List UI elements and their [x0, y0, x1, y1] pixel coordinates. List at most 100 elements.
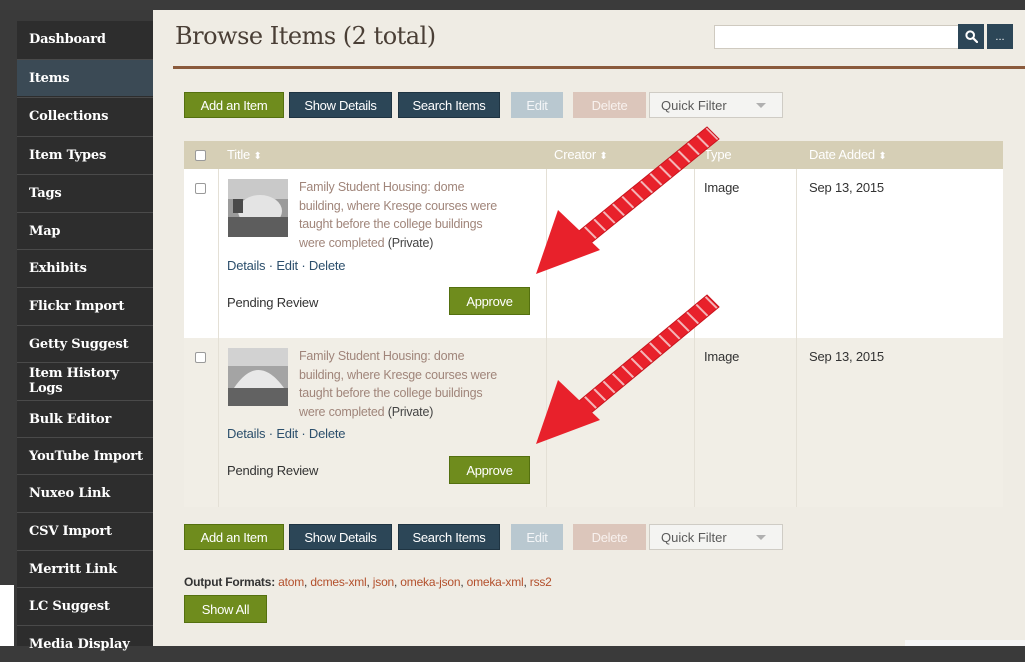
sidebar-item-bulk-editor[interactable]: Bulk Editor	[17, 400, 153, 437]
sidebar-item-label: Merritt Link	[29, 561, 117, 577]
sidebar-item-dashboard[interactable]: Dashboard	[17, 21, 153, 58]
item-title-link[interactable]: Family Student Housing: dome building, w…	[299, 178, 529, 252]
output-formats-label: Output Formats:	[184, 575, 275, 589]
search-items-button[interactable]: Search Items	[398, 524, 500, 550]
sidebar-item-youtube-import[interactable]: YouTube Import	[17, 437, 153, 474]
chevron-down-icon	[756, 103, 766, 108]
sidebar-item-item-types[interactable]: Item Types	[17, 136, 153, 173]
sidebar-item-lc-suggest[interactable]: LC Suggest	[17, 587, 153, 624]
search-items-button[interactable]: Search Items	[398, 92, 500, 118]
table-row: Family Student Housing: dome building, w…	[184, 338, 1003, 507]
column-date-added-label: Date Added	[809, 147, 875, 162]
sidebar-item-merritt-link[interactable]: Merritt Link	[17, 550, 153, 587]
title-divider	[173, 66, 1025, 69]
sidebar-item-exhibits[interactable]: Exhibits	[17, 249, 153, 286]
sidebar-item-flickr-import[interactable]: Flickr Import	[17, 287, 153, 324]
column-creator[interactable]: Creator ⬍	[554, 147, 608, 162]
type-cell: Image	[704, 180, 740, 195]
details-link[interactable]: Details	[227, 426, 266, 441]
separator: ·	[268, 258, 273, 273]
item-title-link[interactable]: Family Student Housing: dome building, w…	[299, 347, 529, 421]
search-button[interactable]	[958, 24, 984, 49]
approve-button[interactable]: Approve	[449, 287, 530, 315]
column-creator-label: Creator	[554, 147, 596, 162]
edit-button[interactable]: Edit	[511, 92, 563, 118]
format-link[interactable]: dcmes-xml	[310, 575, 366, 589]
show-details-button[interactable]: Show Details	[289, 524, 392, 550]
item-title-line: taught before the college buildings	[299, 217, 483, 231]
item-thumbnail[interactable]	[228, 179, 288, 237]
main-panel: Browse Items (2 total) ... Add an Item S…	[153, 10, 1025, 646]
edit-link[interactable]: Edit	[276, 258, 298, 273]
sidebar-item-label: Exhibits	[29, 260, 87, 276]
sidebar-item-label: Map	[29, 223, 61, 239]
sidebar-item-label: Bulk Editor	[29, 411, 112, 427]
row-checkbox[interactable]	[195, 183, 206, 194]
column-type-label: Type	[704, 147, 732, 162]
sidebar-item-label: Items	[29, 70, 70, 86]
separator: ·	[268, 426, 273, 441]
search-input[interactable]	[714, 25, 959, 49]
date-added-cell: Sep 13, 2015	[809, 180, 884, 195]
separator: ·	[301, 258, 306, 273]
sidebar-item-label: Item Types	[29, 147, 107, 163]
column-divider	[218, 338, 219, 507]
column-divider	[218, 169, 219, 338]
window-edge	[0, 585, 14, 646]
format-link[interactable]: omeka-json	[400, 575, 460, 589]
edit-link[interactable]: Edit	[276, 426, 298, 441]
sidebar-item-media-display[interactable]: Media Display	[17, 625, 153, 662]
delete-button[interactable]: Delete	[573, 92, 646, 118]
status-label: Pending Review	[227, 295, 319, 310]
show-details-button[interactable]: Show Details	[289, 92, 392, 118]
sidebar-item-csv-import[interactable]: CSV Import	[17, 512, 153, 549]
sidebar-item-nuxeo-link[interactable]: Nuxeo Link	[17, 474, 153, 511]
select-all-checkbox[interactable]	[195, 150, 206, 161]
format-link[interactable]: json	[373, 575, 394, 589]
sort-icon: ⬍	[253, 151, 262, 162]
sidebar-item-map[interactable]: Map	[17, 212, 153, 249]
sort-icon: ⬍	[878, 151, 887, 162]
delete-button[interactable]: Delete	[573, 524, 646, 550]
column-divider	[796, 338, 797, 507]
quick-filter-label: Quick Filter	[661, 529, 727, 545]
add-item-button[interactable]: Add an Item	[184, 92, 284, 118]
add-item-button[interactable]: Add an Item	[184, 524, 284, 550]
sidebar-item-tags[interactable]: Tags	[17, 174, 153, 211]
column-date-added[interactable]: Date Added ⬍	[809, 147, 887, 162]
advanced-search-button[interactable]: ...	[987, 24, 1013, 49]
show-all-button[interactable]: Show All	[184, 595, 267, 623]
sidebar-item-items[interactable]: Items	[17, 59, 153, 96]
column-divider	[694, 338, 695, 507]
output-formats: Output Formats: atom, dcmes-xml, json, o…	[184, 575, 552, 589]
format-link[interactable]: omeka-xml	[467, 575, 524, 589]
edit-button[interactable]: Edit	[511, 524, 563, 550]
sidebar-item-label: CSV Import	[29, 523, 112, 539]
column-title[interactable]: Title ⬍	[227, 147, 262, 162]
item-title-line: were completed	[299, 235, 385, 250]
approve-button[interactable]: Approve	[449, 456, 530, 484]
quick-filter-select[interactable]: Quick Filter	[649, 524, 783, 550]
sidebar-item-label: Flickr Import	[29, 298, 125, 314]
item-title-line: taught before the college buildings	[299, 386, 483, 400]
delete-link[interactable]: Delete	[309, 426, 346, 441]
details-link[interactable]: Details	[227, 258, 266, 273]
sidebar-item-label: Getty Suggest	[29, 336, 129, 352]
item-actions: Details · Edit · Delete	[227, 258, 346, 273]
sidebar-item-collections[interactable]: Collections	[17, 97, 153, 134]
item-thumbnail[interactable]	[228, 348, 288, 406]
quick-filter-select[interactable]: Quick Filter	[649, 92, 783, 118]
column-divider	[546, 338, 547, 507]
column-divider	[546, 169, 547, 338]
format-link[interactable]: atom	[278, 575, 304, 589]
format-link[interactable]: rss2	[530, 575, 552, 589]
row-checkbox[interactable]	[195, 352, 206, 363]
sidebar-item-label: Collections	[29, 108, 109, 124]
sidebar-item-item-history-logs[interactable]: Item History Logs	[17, 362, 153, 399]
delete-link[interactable]: Delete	[309, 258, 346, 273]
quick-filter-label: Quick Filter	[661, 97, 727, 113]
column-type[interactable]: Type	[704, 147, 732, 162]
status-label: Pending Review	[227, 463, 319, 478]
sidebar-item-getty-suggest[interactable]: Getty Suggest	[17, 325, 153, 362]
sidebar-item-label: Media Display	[29, 636, 130, 652]
